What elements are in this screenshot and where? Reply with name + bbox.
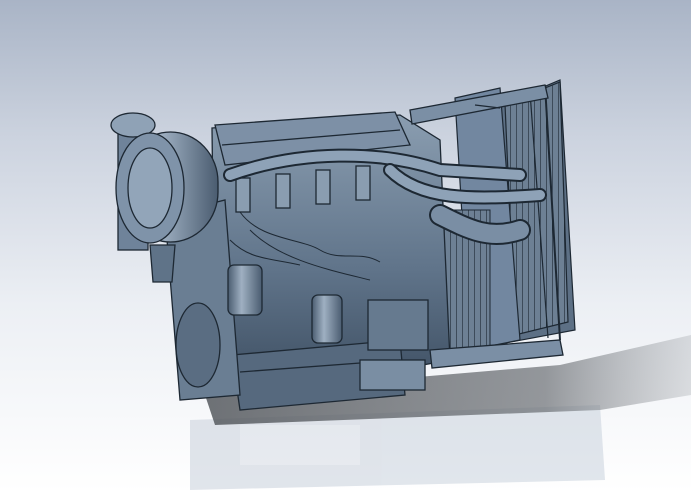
engine-model-render: [110, 79, 691, 490]
cad-viewport[interactable]: [0, 0, 691, 492]
